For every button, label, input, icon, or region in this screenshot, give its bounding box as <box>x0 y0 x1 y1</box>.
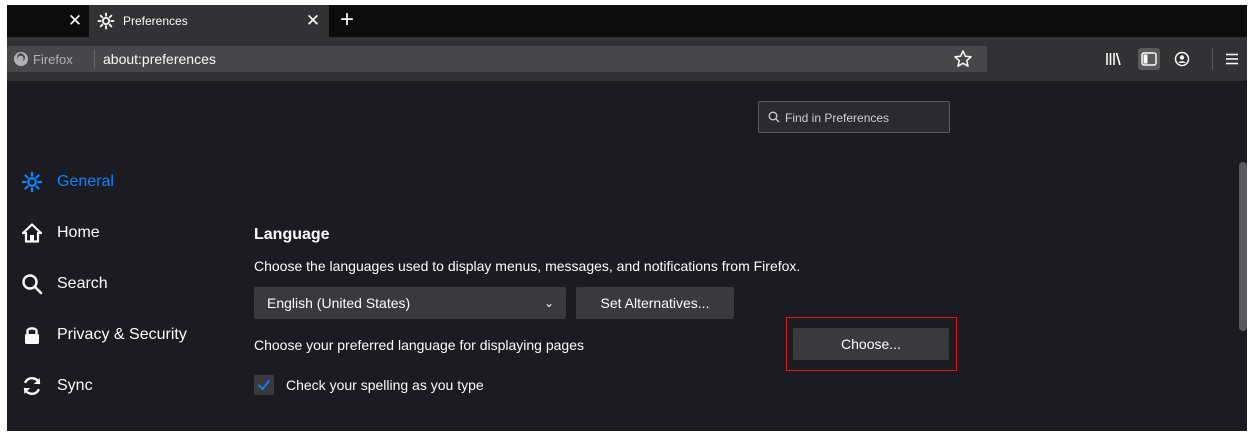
spellcheck-checkbox[interactable]: Check your spelling as you type <box>254 374 484 396</box>
scrollbar-thumb[interactable] <box>1239 162 1247 331</box>
chevron-down-icon: ⌄ <box>543 296 554 310</box>
tab-title: Preferences <box>123 14 188 28</box>
tab-preferences[interactable]: Preferences ✕ <box>89 5 329 37</box>
spellcheck-label: Check your spelling as you type <box>286 377 484 393</box>
close-tab-icon[interactable]: ✕ <box>65 11 85 31</box>
home-icon <box>21 222 43 244</box>
sidebar-item-general[interactable]: General <box>21 169 114 195</box>
sidebar-item-privacy-security[interactable]: Privacy & Security <box>21 322 187 348</box>
language-description: Choose the languages used to display men… <box>254 258 801 274</box>
browser-window: ✕ Preferences ✕ + Firefox about:preferen… <box>7 5 1247 431</box>
find-in-preferences[interactable] <box>758 101 950 134</box>
preferred-language-label: Choose your preferred language for displ… <box>254 337 584 353</box>
language-select[interactable]: English (United States) ⌄ <box>254 287 566 319</box>
gear-icon <box>97 12 115 30</box>
sync-icon <box>21 375 43 397</box>
selected-language: English (United States) <box>267 295 411 311</box>
nav-bar: Firefox about:preferences <box>7 37 1247 81</box>
language-heading: Language <box>254 226 330 243</box>
choose-button[interactable]: Choose... <box>793 328 949 360</box>
search-input[interactable] <box>783 102 947 134</box>
account-icon[interactable] <box>1171 48 1193 70</box>
sidebar-item-label: General <box>57 173 114 190</box>
identity-box[interactable]: Firefox <box>13 46 73 72</box>
sidebar-item-home[interactable]: Home <box>21 220 100 246</box>
gear-icon <box>21 171 43 193</box>
sidebar-item-search[interactable]: Search <box>21 271 108 297</box>
menu-icon[interactable] <box>1221 48 1243 70</box>
sidebar-item-label: Sync <box>57 377 93 394</box>
sidebar-item-sync[interactable]: Sync <box>21 373 93 399</box>
firefox-icon <box>14 52 28 66</box>
tab-strip: ✕ Preferences ✕ + <box>7 5 1247 37</box>
new-tab-button[interactable]: + <box>335 8 359 33</box>
search-icon <box>768 111 780 123</box>
checkbox[interactable] <box>254 375 274 395</box>
divider <box>94 50 95 68</box>
library-icon[interactable] <box>1102 48 1124 70</box>
checkmark-icon <box>258 380 270 390</box>
divider <box>1212 48 1213 70</box>
close-tab-icon[interactable]: ✕ <box>303 11 323 31</box>
url-bar[interactable]: Firefox about:preferences <box>7 46 987 72</box>
sidebar-item-label: Home <box>57 224 100 241</box>
lock-icon <box>21 324 43 346</box>
preferences-page: General Home Search <box>7 81 1247 431</box>
sidebar-item-label: Privacy & Security <box>57 326 187 343</box>
search-icon <box>21 273 43 295</box>
identity-label: Firefox <box>33 51 73 67</box>
sidebar-item-label: Search <box>57 275 108 292</box>
set-alternatives-button[interactable]: Set Alternatives... <box>576 287 734 319</box>
bookmark-star-icon[interactable] <box>953 49 973 69</box>
url-text[interactable]: about:preferences <box>103 46 216 72</box>
sidebar-icon[interactable] <box>1138 48 1160 70</box>
